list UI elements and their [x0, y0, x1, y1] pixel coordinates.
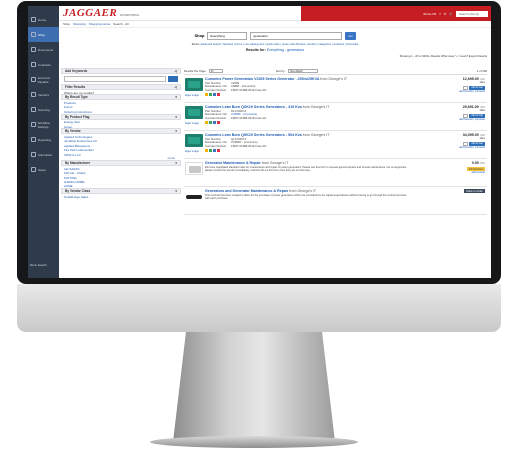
top-bar: JAGGAER BUYER PORTAL Burke FB ? ✉ 🛒 Sear…	[59, 6, 491, 21]
product-flag-icons	[205, 93, 432, 97]
gear-icon	[31, 167, 36, 172]
shop-search-input[interactable]: generators	[250, 31, 343, 40]
price: 0.00	[471, 161, 479, 165]
monitor-screen: Home Shop Documents Contracts Accounts P…	[28, 6, 491, 278]
monitor-base	[150, 436, 358, 448]
help-icon[interactable]: ?	[439, 12, 441, 16]
favorite-link[interactable]: add favorite	[432, 171, 485, 174]
sidebar: Home Shop Documents Contracts Accounts P…	[28, 6, 59, 278]
favorite-link[interactable]: add favorite | compare	[432, 90, 485, 93]
price: 29,691.00	[462, 105, 479, 109]
shop-search-bar: Shop Everything generators Go	[59, 28, 491, 43]
product-flag-icons	[205, 121, 432, 125]
sidebar-item-reporting[interactable]: Reporting	[28, 132, 59, 147]
pager[interactable]: 1 of 200	[477, 69, 487, 73]
result-item: Generator Maintenance & Repair from Geor…	[184, 159, 487, 187]
vendor-class-item[interactable]: Small/Large Sales	[61, 194, 181, 199]
home-icon	[31, 17, 36, 22]
keyword-row	[61, 74, 181, 84]
price: 12,695.00	[462, 77, 479, 81]
product-image[interactable]	[185, 78, 203, 91]
cart-icon	[31, 32, 36, 37]
logo-subtitle: BUYER PORTAL	[120, 14, 140, 17]
product-image[interactable]	[185, 134, 203, 147]
results-panel: Results Per Page 20 Sort by: Best Match …	[184, 68, 487, 278]
keyword-go-button[interactable]	[168, 76, 178, 82]
top-bar-right: Burke FB ? ✉ 🛒 Search (Alt+Q)	[301, 6, 491, 21]
price: 34,095.00	[462, 133, 479, 137]
results-count: Showing 1 - 20 of 4000+ Results What doe…	[399, 54, 487, 58]
shop-scope-select[interactable]: Everything	[207, 31, 248, 40]
result-description: We have negotiated standard rates for ma…	[205, 166, 407, 173]
sidebar-item-vendors[interactable]: Vendors	[28, 87, 59, 102]
sourcing-icon	[31, 107, 36, 112]
breadcrumb: Shop Shopping Shopping Home Search - All	[59, 21, 491, 28]
product-image[interactable]	[185, 106, 203, 119]
sidebar-item-shop[interactable]: Shop	[28, 27, 59, 42]
order-button[interactable]: Place to Order	[464, 189, 485, 193]
admin-icon	[31, 152, 36, 157]
sidebar-item-contracts[interactable]: Contracts	[28, 57, 59, 72]
sidebar-item-documents[interactable]: Documents	[28, 42, 59, 57]
result-item: larger image Cummins Lean Burn QSK19 Ser…	[184, 103, 487, 131]
payable-icon	[31, 77, 36, 82]
keyword-input[interactable]	[64, 76, 166, 82]
go-button[interactable]: Go	[345, 31, 356, 40]
workflow-icon	[31, 122, 36, 127]
result-item: Generators and Generator Maintenance & R…	[184, 187, 487, 215]
document-icon	[31, 47, 36, 52]
filter-panel: Add Keywords ◁ Filter Results ◁ Where are …	[61, 68, 181, 278]
vendor-icon	[31, 92, 36, 97]
chart-icon	[31, 137, 36, 142]
result-item: larger image Cummins Power Generation V2…	[184, 75, 487, 103]
sort-select[interactable]: Best Match	[288, 69, 319, 73]
product-flag-icons	[205, 149, 432, 153]
result-description: This contract has been created to allow …	[205, 194, 407, 201]
shop-label: Shop	[194, 33, 205, 38]
favorite-link[interactable]: add favorite | compare	[432, 118, 485, 121]
results-controls: Results Per Page 20 Sort by: Best Match …	[184, 69, 487, 75]
sidebar-item-home[interactable]: Home	[28, 12, 59, 27]
form-image[interactable]	[185, 162, 203, 175]
breadcrumb-home-page[interactable]: Shopping Home	[89, 22, 111, 26]
breadcrumb-shop[interactable]: Shop	[63, 22, 70, 26]
sidebar-item-workflow[interactable]: Workflow Settings	[28, 117, 59, 132]
sidebar-item-administer[interactable]: Administer	[28, 147, 59, 162]
monitor-chin	[17, 284, 501, 332]
result-item: larger image Cummins Lean Burn QSK19 Ser…	[184, 131, 487, 159]
breadcrumb-search: Search - All	[113, 22, 129, 26]
menu-search[interactable]: Menu Search	[30, 263, 47, 267]
sidebar-item-accounts-payable[interactable]: Accounts Payable	[28, 72, 59, 87]
cart-icon[interactable]: 🛒	[449, 12, 453, 16]
search-input[interactable]: Search (Alt+Q)	[456, 10, 488, 17]
logo: JAGGAER	[63, 7, 118, 19]
breadcrumb-shopping[interactable]: Shopping	[73, 22, 86, 26]
main-area: JAGGAER BUYER PORTAL Burke FB ? ✉ 🛒 Sear…	[59, 6, 491, 278]
per-page-select[interactable]: 20	[208, 69, 223, 73]
favorite-link[interactable]: add favorite | compare	[432, 146, 485, 149]
contract-icon	[31, 62, 36, 67]
notification-icon[interactable]: ✉	[444, 12, 447, 16]
sidebar-item-setup[interactable]: Setup	[28, 162, 59, 177]
vendor-image[interactable]	[185, 190, 203, 203]
sidebar-item-sourcing[interactable]: Sourcing	[28, 102, 59, 117]
user-menu[interactable]: Burke FB	[424, 12, 437, 16]
monitor-stand	[173, 332, 335, 442]
